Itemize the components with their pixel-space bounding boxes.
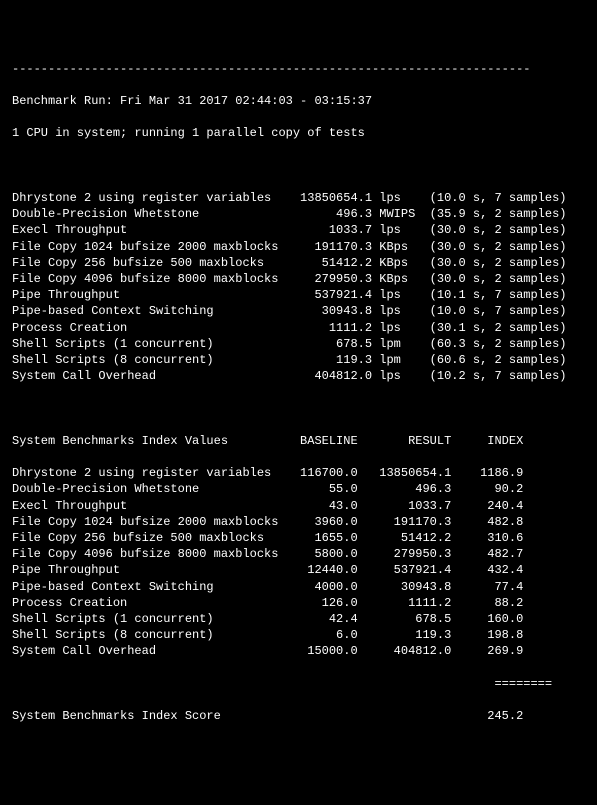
- separator-bottom: ========: [12, 676, 585, 692]
- index-row: Double-Precision Whetstone 55.0 496.3 90…: [12, 481, 585, 497]
- blank-line: [12, 158, 585, 174]
- test-row: Shell Scripts (8 concurrent) 119.3 lpm (…: [12, 352, 585, 368]
- blank-line: [12, 401, 585, 417]
- test-row: Execl Throughput 1033.7 lps (30.0 s, 2 s…: [12, 222, 585, 238]
- index-row: File Copy 256 bufsize 500 maxblocks 1655…: [12, 530, 585, 546]
- index-row: Shell Scripts (1 concurrent) 42.4 678.5 …: [12, 611, 585, 627]
- index-row: Shell Scripts (8 concurrent) 6.0 119.3 1…: [12, 627, 585, 643]
- test-row: File Copy 256 bufsize 500 maxblocks 5141…: [12, 255, 585, 271]
- test-row: Dhrystone 2 using register variables 138…: [12, 190, 585, 206]
- cpu-line: 1 CPU in system; running 1 parallel copy…: [12, 125, 585, 141]
- index-row: File Copy 4096 bufsize 8000 maxblocks 58…: [12, 546, 585, 562]
- index-score-row: System Benchmarks Index Score 245.2: [12, 708, 585, 724]
- tests-block: Dhrystone 2 using register variables 138…: [12, 190, 585, 384]
- index-row: Process Creation 126.0 1111.2 88.2: [12, 595, 585, 611]
- index-row: Dhrystone 2 using register variables 116…: [12, 465, 585, 481]
- test-row: Pipe-based Context Switching 30943.8 lps…: [12, 303, 585, 319]
- index-row: Pipe-based Context Switching 4000.0 3094…: [12, 579, 585, 595]
- test-row: Pipe Throughput 537921.4 lps (10.1 s, 7 …: [12, 287, 585, 303]
- test-row: System Call Overhead 404812.0 lps (10.2 …: [12, 368, 585, 384]
- test-row: Shell Scripts (1 concurrent) 678.5 lpm (…: [12, 336, 585, 352]
- benchmark-run-line: Benchmark Run: Fri Mar 31 2017 02:44:03 …: [12, 93, 585, 109]
- index-row: Execl Throughput 43.0 1033.7 240.4: [12, 498, 585, 514]
- test-row: Process Creation 1111.2 lps (30.1 s, 2 s…: [12, 320, 585, 336]
- index-header-row: System Benchmarks Index Values BASELINE …: [12, 433, 585, 449]
- test-row: Double-Precision Whetstone 496.3 MWIPS (…: [12, 206, 585, 222]
- indexes-block: Dhrystone 2 using register variables 116…: [12, 465, 585, 659]
- index-row: File Copy 1024 bufsize 2000 maxblocks 39…: [12, 514, 585, 530]
- test-row: File Copy 1024 bufsize 2000 maxblocks 19…: [12, 239, 585, 255]
- test-row: File Copy 4096 bufsize 8000 maxblocks 27…: [12, 271, 585, 287]
- index-row: System Call Overhead 15000.0 404812.0 26…: [12, 643, 585, 659]
- separator-top: ----------------------------------------…: [12, 61, 585, 77]
- index-row: Pipe Throughput 12440.0 537921.4 432.4: [12, 562, 585, 578]
